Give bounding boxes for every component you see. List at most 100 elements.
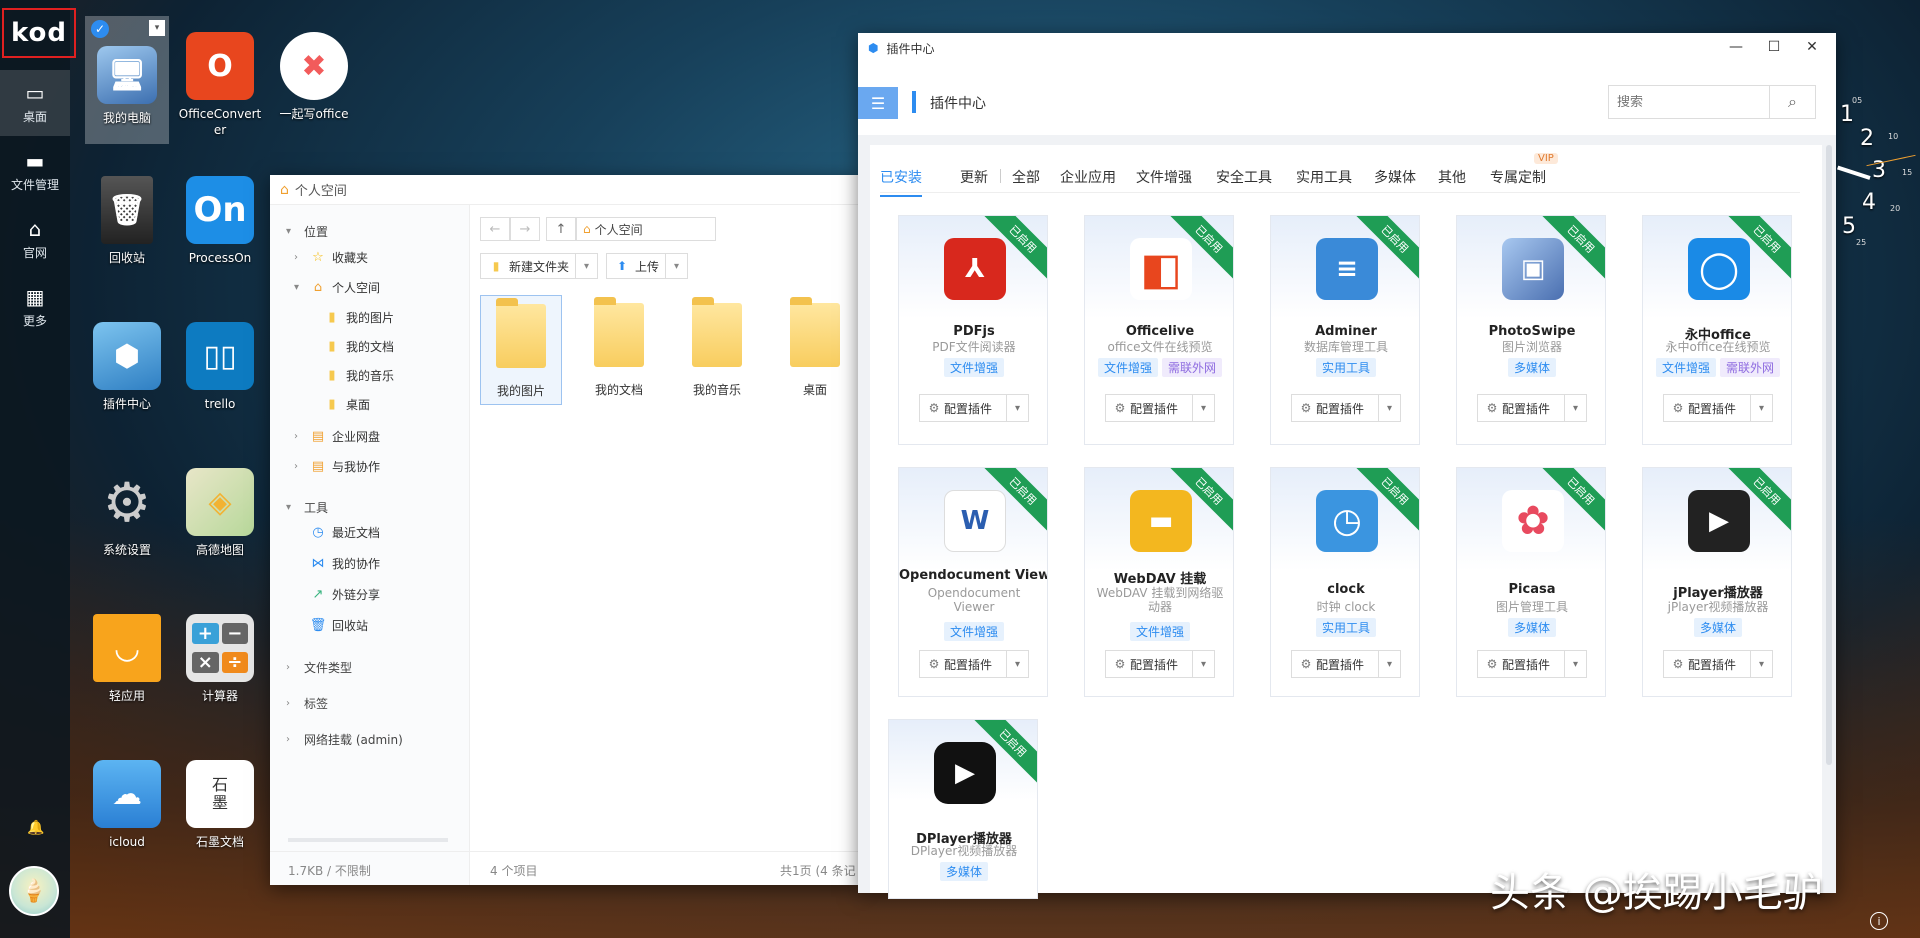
chevron-down-icon[interactable]: ▾ [1006, 651, 1028, 677]
chevron-down-icon[interactable]: ▾ [1564, 395, 1586, 421]
search-input[interactable] [1609, 94, 1769, 110]
folder-item[interactable]: 桌面 [774, 295, 856, 405]
chevron-down-icon[interactable]: ▾ [665, 254, 687, 278]
tab-utilities[interactable]: 实用工具 [1296, 167, 1352, 187]
bell-icon[interactable]: 🔔 [27, 820, 44, 836]
configure-plugin-button[interactable]: ⚙ 配置插件 ▾ [1477, 394, 1587, 422]
desktop-icon-recycle-bin[interactable]: 🗑 回收站 [85, 172, 169, 282]
tab-update[interactable]: 更新 [960, 167, 988, 187]
plugin-card-photoswipe[interactable]: 已启用 ▣ PhotoSwipe 图片浏览器 多媒体 ⚙ 配置插件 ▾ [1456, 215, 1606, 445]
plugin-card-adminer[interactable]: 已启用 ≡ Adminer 数据库管理工具 实用工具 ⚙ 配置插件 ▾ [1270, 215, 1420, 445]
tree-item-desktop[interactable]: ▮ 桌面 [322, 392, 370, 416]
desktop-icon-shimo[interactable]: 石 墨 石墨文档 [178, 756, 262, 866]
tab-enterprise[interactable]: 企业应用 [1060, 167, 1116, 187]
desktop-icon-officeconverter[interactable]: O OfficeConverter [178, 28, 262, 138]
window-titlebar[interactable]: ⌂ 个人空间 [270, 175, 860, 205]
tab-installed[interactable]: 已安装 [880, 167, 922, 197]
configure-plugin-button[interactable]: ⚙ 配置插件 ▾ [919, 394, 1029, 422]
chevron-down-icon[interactable]: ▾ [1564, 651, 1586, 677]
tree-section-tags[interactable]: › 标签 [286, 691, 328, 715]
minimize-button[interactable]: — [1726, 39, 1746, 55]
plugin-card-webdav[interactable]: 已启用 ▬ WebDAV 挂载 WebDAV 挂载到网络驱动器 文件增强 ⚙ 配置… [1084, 467, 1234, 697]
desktop-icon-trello[interactable]: ▯▯ trello [178, 318, 262, 428]
forward-button[interactable]: → [510, 217, 540, 241]
tree-section-network[interactable]: › 网络挂载 (admin) [286, 727, 403, 751]
tree-section-file-types[interactable]: › 文件类型 [286, 655, 352, 679]
configure-plugin-button[interactable]: ⚙ 配置插件 ▾ [1105, 650, 1215, 678]
chevron-down-icon[interactable]: ▾ [1192, 651, 1214, 677]
upload-button[interactable]: ⬆ 上传 ▾ [606, 253, 689, 279]
configure-plugin-button[interactable]: ⚙ 配置插件 ▾ [1291, 394, 1401, 422]
desktop-icon-amap[interactable]: ◈ 高德地图 [178, 464, 262, 574]
tree-item-favorites[interactable]: › ☆ 收藏夹 [294, 245, 368, 269]
tab-security[interactable]: 安全工具 [1216, 167, 1272, 187]
tree-item-recycle[interactable]: 🗑 回收站 [308, 613, 368, 637]
plugin-card-picasa[interactable]: 已启用 ✿ Picasa 图片管理工具 多媒体 ⚙ 配置插件 ▾ [1456, 467, 1606, 697]
desktop-icon-yiqixie-office[interactable]: ✖ 一起写office [272, 28, 356, 138]
desktop-icon-light-app[interactable]: ◡ 轻应用 [85, 610, 169, 720]
tree-item-collab[interactable]: › ▤ 与我协作 [294, 454, 380, 478]
scrollbar[interactable] [1826, 145, 1832, 765]
chevron-down-icon[interactable]: ▾ [575, 254, 597, 278]
tab-other[interactable]: 其他 [1438, 167, 1466, 187]
plugin-card-pdfjs[interactable]: 已启用 ⅄ PDFjs PDF文件阅读器 文件增强 ⚙ 配置插件 ▾ [898, 215, 1048, 445]
chevron-down-icon[interactable]: ▾ [149, 20, 165, 36]
sidebar-item-desktop[interactable]: ▭ 桌面 [0, 70, 70, 136]
close-button[interactable]: ✕ [1802, 39, 1822, 55]
configure-plugin-button[interactable]: ⚙ 配置插件 ▾ [919, 650, 1029, 678]
chevron-down-icon[interactable]: ▾ [1378, 651, 1400, 677]
folder-item[interactable]: 我的文档 [578, 295, 660, 405]
new-folder-button[interactable]: ▮ 新建文件夹 ▾ [480, 253, 599, 279]
folder-item[interactable]: 我的音乐 [676, 295, 758, 405]
desktop-icon-plugin-center[interactable]: ⬢ 插件中心 [85, 318, 169, 428]
plugin-card-jplayer[interactable]: 已启用 ▶ jPlayer播放器 jPlayer视频播放器 多媒体 ⚙ 配置插件 ▾ [1642, 467, 1792, 697]
sidebar-item-file-manager[interactable]: ▬ 文件管理 [0, 138, 70, 204]
configure-plugin-button[interactable]: ⚙ 配置插件 ▾ [1663, 650, 1773, 678]
tab-media[interactable]: 多媒体 [1374, 167, 1416, 187]
tab-custom[interactable]: 专属定制 [1490, 167, 1546, 187]
search-icon[interactable]: ⌕ [1769, 86, 1815, 118]
up-button[interactable]: ↑ [546, 217, 576, 241]
kod-logo[interactable]: kod [2, 8, 76, 58]
tree-section-location[interactable]: ▾ 位置 [286, 219, 328, 243]
chevron-down-icon[interactable]: ▾ [1006, 395, 1028, 421]
configure-plugin-button[interactable]: ⚙ 配置插件 ▾ [1291, 650, 1401, 678]
avatar[interactable]: 🍦 [9, 866, 59, 916]
plugin-card-clock[interactable]: 已启用 ◷ clock 时钟 clock 实用工具 ⚙ 配置插件 ▾ [1270, 467, 1420, 697]
desktop-icon-icloud[interactable]: ☁ icloud [85, 756, 169, 866]
tree-item-my-collab[interactable]: ⋈ 我的协作 [308, 551, 381, 575]
sidebar-item-website[interactable]: ⌂ 官网 [0, 206, 70, 272]
desktop-icon-calculator[interactable]: + − × ÷ 计算器 [178, 610, 262, 720]
desktop-icon-system-settings[interactable]: ⚙ 系统设置 [85, 464, 169, 574]
sidebar-item-more[interactable]: ▦ 更多 [0, 274, 70, 340]
desktop-icon-my-computer[interactable]: ✓ ▾ 🖥 我的电脑 [85, 16, 169, 144]
maximize-button[interactable]: ☐ [1764, 39, 1784, 55]
tree-item-recent[interactable]: ◷ 最近文档 [308, 520, 380, 544]
tree-item-my-pictures[interactable]: ▮ 我的图片 [322, 305, 394, 329]
plugin-card-opendocument-viewer[interactable]: 已启用 W Opendocument Viewer Opendocument V… [898, 467, 1048, 697]
configure-plugin-button[interactable]: ⚙ 配置插件 ▾ [1663, 394, 1773, 422]
tab-file-enhance[interactable]: 文件增强 [1136, 167, 1192, 187]
tree-item-my-documents[interactable]: ▮ 我的文档 [322, 334, 394, 358]
plugin-card-dplayer[interactable]: 已启用 ▶ DPlayer播放器 DPlayer视频播放器 多媒体 [888, 719, 1038, 899]
configure-plugin-button[interactable]: ⚙ 配置插件 ▾ [1105, 394, 1215, 422]
plugin-card-yozo-office[interactable]: 已启用 ◯ 永中office 永中office在线预览 文件增强 需联外网 ⚙ 配置… [1642, 215, 1792, 445]
chevron-down-icon[interactable]: ▾ [1378, 395, 1400, 421]
configure-plugin-button[interactable]: ⚙ 配置插件 ▾ [1477, 650, 1587, 678]
info-icon[interactable]: i [1870, 912, 1888, 930]
tree-item-enterprise[interactable]: › ▤ 企业网盘 [294, 424, 380, 448]
chevron-down-icon[interactable]: ▾ [1192, 395, 1214, 421]
plugin-card-officelive[interactable]: 已启用 ◧ Officelive office文件在线预览 文件增强 需联外网 ⚙… [1084, 215, 1234, 445]
tree-item-link-share[interactable]: ↗ 外链分享 [308, 582, 380, 606]
chevron-down-icon[interactable]: ▾ [1750, 651, 1772, 677]
tree-section-tools[interactable]: ▾ 工具 [286, 495, 328, 519]
folder-item[interactable]: 我的图片 [480, 295, 562, 405]
path-breadcrumb[interactable]: ⌂ 个人空间 [576, 217, 716, 241]
menu-toggle-button[interactable]: ☰ [858, 87, 898, 119]
tab-all[interactable]: 全部 [1012, 167, 1040, 187]
desktop-icon-processon[interactable]: On ProcessOn [178, 172, 262, 282]
chevron-down-icon[interactable]: ▾ [1750, 395, 1772, 421]
tree-item-personal[interactable]: ▾ ⌂ 个人空间 [294, 275, 380, 299]
window-titlebar[interactable]: ⬢ 插件中心 [858, 33, 1836, 63]
tree-item-my-music[interactable]: ▮ 我的音乐 [322, 363, 394, 387]
